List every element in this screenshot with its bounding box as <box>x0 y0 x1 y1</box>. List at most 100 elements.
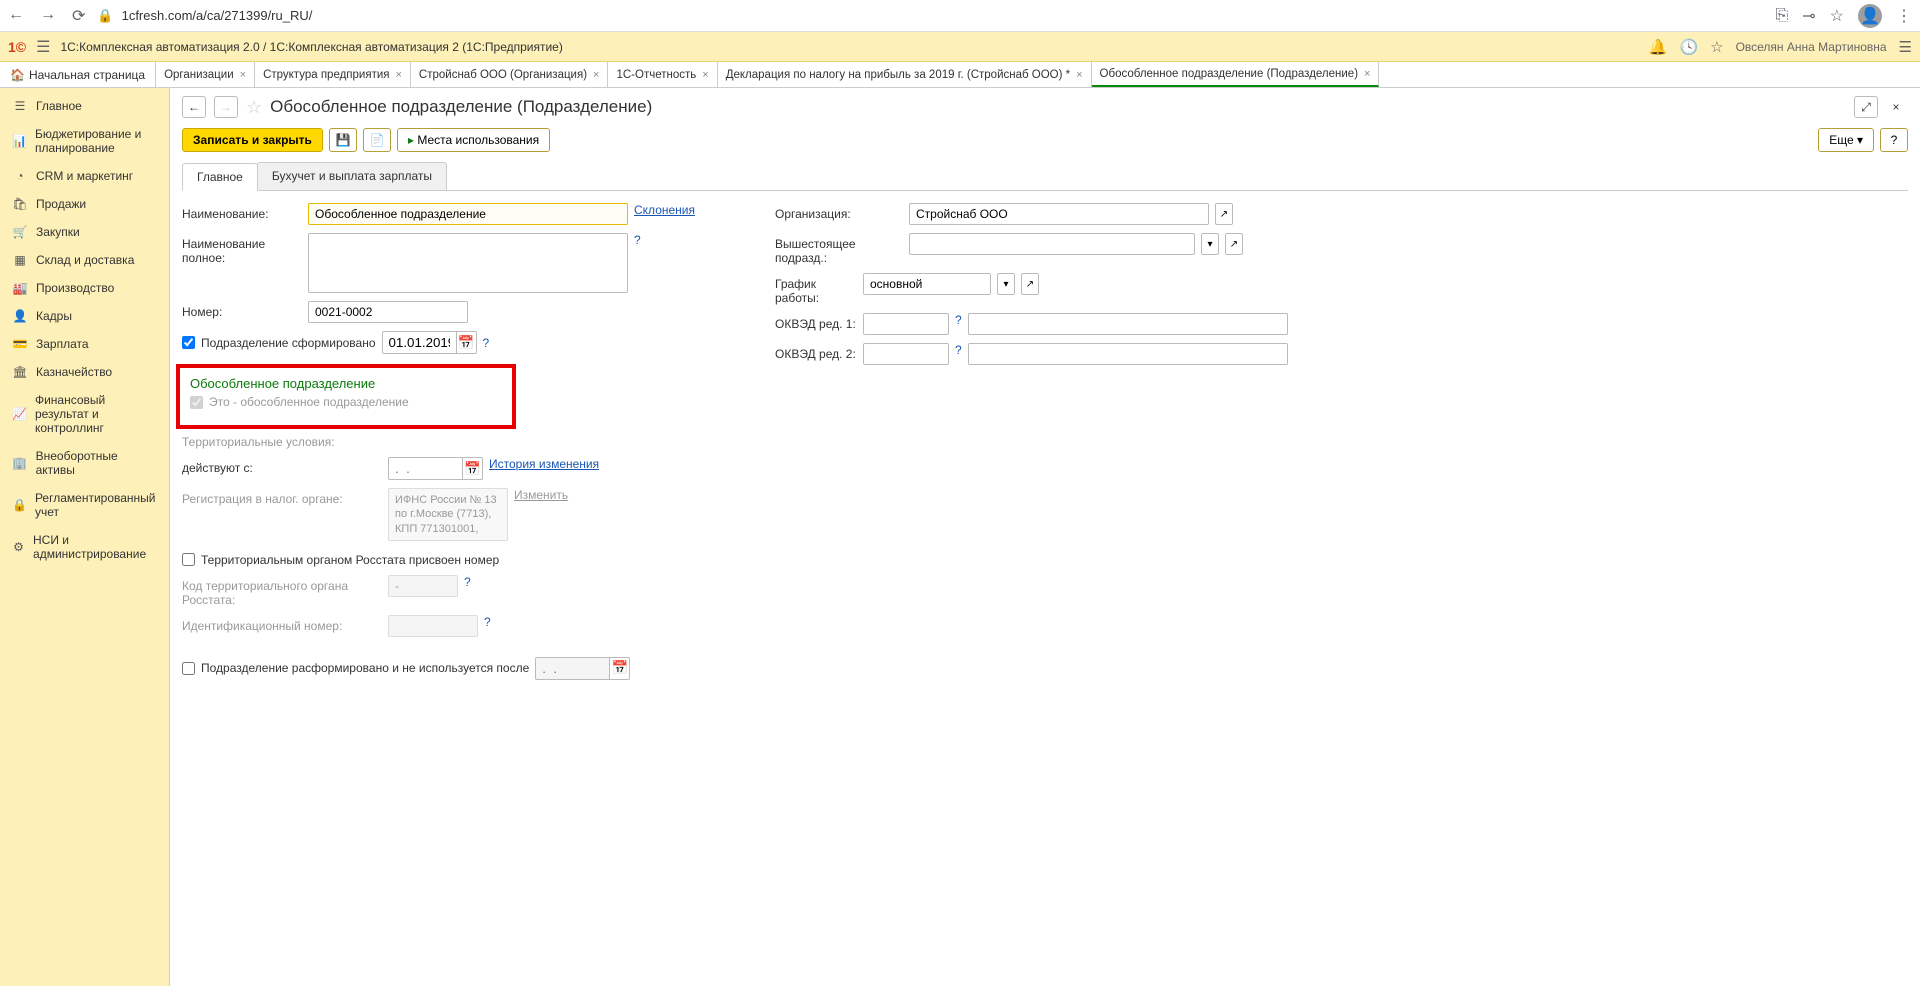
full-name-input[interactable] <box>308 233 628 293</box>
open-icon[interactable]: ↗ <box>1225 233 1243 255</box>
help-icon[interactable]: ? <box>483 336 490 350</box>
close-icon[interactable]: × <box>593 69 599 81</box>
calendar-icon[interactable]: 📅 <box>463 457 483 480</box>
home-icon: 🏠 <box>10 68 25 82</box>
sidebar-item-assets[interactable]: 🏢Внеоборотные активы <box>0 442 169 484</box>
open-icon[interactable]: ↗ <box>1021 273 1039 295</box>
report-button[interactable]: 📄 <box>363 128 391 152</box>
tab-subdivision[interactable]: Обособленное подразделение (Подразделени… <box>1092 62 1380 87</box>
open-icon[interactable]: ↗ <box>1215 203 1233 225</box>
schedule-input[interactable] <box>863 273 991 295</box>
help-icon[interactable]: ? <box>464 575 471 589</box>
link-icon[interactable]: ⤢ <box>1854 96 1878 118</box>
history-link[interactable]: История изменения <box>489 457 599 471</box>
tab-structure[interactable]: Структура предприятия× <box>255 62 411 87</box>
id-number-input <box>388 615 478 637</box>
sidebar-item-regulated[interactable]: 🔒Регламентированный учет <box>0 484 169 526</box>
formed-checkbox[interactable] <box>182 336 195 349</box>
translate-icon[interactable]: ⎘ <box>1775 7 1788 25</box>
key-icon[interactable]: ⊸ <box>1802 6 1815 26</box>
org-input[interactable] <box>909 203 1209 225</box>
profile-icon[interactable]: 👤 <box>1858 4 1882 28</box>
calendar-icon[interactable]: 📅 <box>610 657 630 680</box>
url-text: 1cfresh.com/a/ca/271399/ru_RU/ <box>122 8 313 23</box>
is-separate-checkbox <box>190 396 203 409</box>
formed-date-input[interactable] <box>382 331 457 354</box>
help-icon[interactable]: ? <box>955 343 962 357</box>
help-icon[interactable]: ? <box>955 313 962 327</box>
sidebar-item-treasury[interactable]: 🏛Казначейство <box>0 358 169 386</box>
sidebar-item-finance[interactable]: 📈Финансовый результат и контроллинг <box>0 386 169 442</box>
tab-reporting[interactable]: 1С-Отчетность× <box>608 62 717 87</box>
browser-reload-icon[interactable]: ⟳ <box>72 6 85 26</box>
change-link[interactable]: Изменить <box>514 488 568 502</box>
sidebar-item-main[interactable]: ☰Главное <box>0 92 169 120</box>
save-close-button[interactable]: Записать и закрыть <box>182 128 323 152</box>
person-icon: 👤 <box>12 309 28 323</box>
sidebar-item-admin[interactable]: ⚙НСИ и администрирование <box>0 526 169 568</box>
address-bar[interactable]: 🔒 1cfresh.com/a/ca/271399/ru_RU/ <box>97 8 1763 24</box>
okved2-desc-input[interactable] <box>968 343 1288 365</box>
help-icon[interactable]: ? <box>634 233 641 247</box>
dropdown-icon[interactable]: ▾ <box>997 273 1015 295</box>
okved1-desc-input[interactable] <box>968 313 1288 335</box>
usage-button[interactable]: ▸ Места использования <box>397 128 550 152</box>
star-icon[interactable]: ☆ <box>1830 6 1844 26</box>
help-button[interactable]: ? <box>1880 128 1908 152</box>
bell-icon[interactable]: 🔔 <box>1649 38 1668 56</box>
parent-input[interactable] <box>909 233 1195 255</box>
rosstat-checkbox[interactable] <box>182 553 195 566</box>
close-icon[interactable]: × <box>240 69 246 81</box>
sidebar-item-budget[interactable]: 📊Бюджетирование и планирование <box>0 120 169 162</box>
sidebar-item-purchases[interactable]: 🛒Закупки <box>0 218 169 246</box>
browser-forward-icon[interactable]: → <box>40 6 56 26</box>
tab-main[interactable]: Главное <box>182 163 258 191</box>
home-tab[interactable]: 🏠 Начальная страница <box>0 62 156 87</box>
effective-date-input[interactable] <box>388 457 463 480</box>
dropdown-icon[interactable]: ▾ <box>1201 233 1219 255</box>
sidebar-item-label: Бюджетирование и планирование <box>35 127 157 155</box>
tab-accounting[interactable]: Бухучет и выплата зарплаты <box>257 162 447 190</box>
okved1-code-input[interactable] <box>863 313 949 335</box>
more-button[interactable]: Еще ▾ <box>1818 128 1874 152</box>
close-icon[interactable]: × <box>702 69 708 81</box>
menu-icon[interactable]: ⋮ <box>1896 6 1912 26</box>
name-input[interactable] <box>308 203 628 225</box>
disbanded-checkbox[interactable] <box>182 662 195 675</box>
history-icon[interactable]: 🕓 <box>1679 38 1698 56</box>
sidebar-item-crm[interactable]: ◔CRM и маркетинг <box>0 162 169 190</box>
tab-organizations[interactable]: Организации× <box>156 62 255 87</box>
sidebar-item-label: Финансовый результат и контроллинг <box>35 393 157 435</box>
browser-back-icon[interactable]: ← <box>8 6 24 26</box>
number-input[interactable] <box>308 301 468 323</box>
close-icon[interactable]: × <box>1076 69 1082 81</box>
calendar-icon[interactable]: 📅 <box>457 331 477 354</box>
hamburger-icon[interactable]: ☰ <box>36 37 50 57</box>
grid-icon: ▦ <box>12 253 28 267</box>
app-header: 1© ☰ 1С:Комплексная автоматизация 2.0 / … <box>0 32 1920 62</box>
sidebar-item-salary[interactable]: 💳Зарплата <box>0 330 169 358</box>
sidebar-item-warehouse[interactable]: ▦Склад и доставка <box>0 246 169 274</box>
tab-stroysnab[interactable]: Стройснаб ООО (Организация)× <box>411 62 609 87</box>
close-icon[interactable]: × <box>1364 68 1370 80</box>
header-menu-icon[interactable]: ☰ <box>1899 38 1912 56</box>
help-icon[interactable]: ? <box>484 615 491 629</box>
id-number-label: Идентификационный номер: <box>182 615 382 633</box>
disbanded-date-input[interactable] <box>535 657 610 680</box>
sidebar-item-sales[interactable]: 🛍Продажи <box>0 190 169 218</box>
app-title: 1С:Комплексная автоматизация 2.0 / 1С:Ко… <box>60 40 562 54</box>
sidebar-item-label: Регламентированный учет <box>35 491 157 519</box>
declension-link[interactable]: Склонения <box>634 203 695 217</box>
okved2-code-input[interactable] <box>863 343 949 365</box>
favorites-icon[interactable]: ☆ <box>1710 38 1723 56</box>
sidebar-item-label: CRM и маркетинг <box>36 169 133 183</box>
back-button[interactable]: ← <box>182 96 206 118</box>
close-icon[interactable]: × <box>395 69 401 81</box>
close-panel-icon[interactable]: × <box>1884 96 1908 118</box>
save-button[interactable]: 💾 <box>329 128 357 152</box>
tab-declaration[interactable]: Декларация по налогу на прибыль за 2019 … <box>718 62 1092 87</box>
sidebar-item-hr[interactable]: 👤Кадры <box>0 302 169 330</box>
sidebar-item-production[interactable]: 🏭Производство <box>0 274 169 302</box>
forward-button[interactable]: → <box>214 96 238 118</box>
favorite-star-icon[interactable]: ☆ <box>246 97 262 118</box>
